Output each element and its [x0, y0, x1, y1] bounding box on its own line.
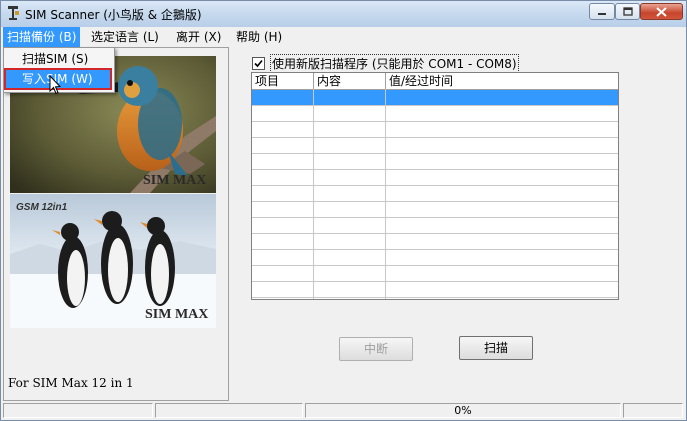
image2-top-label: GSM 12in1	[16, 202, 68, 213]
minimize-icon	[598, 12, 606, 15]
progress-text: 0%	[454, 404, 472, 417]
column-divider	[385, 89, 386, 299]
results-table[interactable]: 项目 内容 值/经过时间	[251, 72, 619, 300]
table-row-selected[interactable]	[252, 90, 618, 106]
main-window: SIM Scanner (小鸟版 & 企鵝版) 扫描備份 (B) 选定语言 (L…	[0, 0, 687, 421]
table-row[interactable]	[252, 186, 618, 202]
table-row[interactable]	[252, 170, 618, 186]
progress-bar: 0%	[305, 403, 621, 418]
status-cell-4	[623, 403, 683, 418]
column-header-value-time[interactable]: 值/经过时间	[386, 73, 618, 89]
menu-scan-backup[interactable]: 扫描備份 (B)	[3, 27, 81, 47]
close-button[interactable]	[640, 3, 683, 20]
left-panel: SIM MAX GSM 12in1 SIM MAX For SIM Max 12…	[3, 47, 229, 401]
table-row[interactable]	[252, 154, 618, 170]
checkmark-icon	[254, 59, 263, 67]
table-header: 项目 内容 值/经过时间	[252, 73, 618, 90]
interrupt-button[interactable]: 中断	[339, 337, 413, 361]
close-icon	[656, 6, 667, 17]
scan-button[interactable]: 扫描	[459, 336, 533, 360]
svg-text:SIM MAX: SIM MAX	[143, 173, 206, 188]
menu-exit[interactable]: 离开 (X)	[172, 27, 225, 47]
image2-label: SIM MAX	[145, 307, 208, 322]
menu-select-language[interactable]: 选定语言 (L)	[87, 27, 163, 47]
table-row[interactable]	[252, 250, 618, 266]
svg-text:SIM MAX: SIM MAX	[145, 307, 208, 322]
table-row[interactable]	[252, 106, 618, 122]
minimize-button[interactable]	[589, 3, 615, 20]
table-row[interactable]	[252, 218, 618, 234]
penguins-picture: GSM 12in1 SIM MAX	[10, 194, 216, 328]
new-scan-checkbox[interactable]	[252, 56, 265, 70]
table-row[interactable]	[252, 122, 618, 138]
table-row[interactable]	[252, 282, 618, 298]
svg-text:GSM 12in1: GSM 12in1	[16, 202, 68, 213]
table-row[interactable]	[252, 266, 618, 282]
menu-item-scan-sim[interactable]: 扫描SIM (S)	[6, 50, 110, 68]
status-cell-2	[155, 403, 303, 418]
column-header-item[interactable]: 项目	[252, 73, 314, 89]
title-bar: SIM Scanner (小鸟版 & 企鵝版)	[1, 1, 686, 28]
left-caption: For SIM Max 12 in 1	[8, 376, 134, 390]
penguins-image: GSM 12in1 SIM MAX	[10, 194, 216, 328]
status-bar: 0%	[1, 401, 686, 420]
column-divider	[313, 89, 314, 299]
menu-bar: 扫描備份 (B) 选定语言 (L) 离开 (X) 帮助 (H)	[1, 27, 686, 47]
new-scan-checkbox-label: 使用新版扫描程序 (只能用於 COM1 - COM8)	[270, 53, 519, 73]
table-row[interactable]	[252, 234, 618, 250]
status-cell-1	[3, 403, 153, 418]
menu-help[interactable]: 帮助 (H)	[232, 27, 286, 47]
table-row[interactable]	[252, 138, 618, 154]
new-scan-option[interactable]: 使用新版扫描程序 (只能用於 COM1 - COM8)	[252, 53, 519, 73]
maximize-button[interactable]	[615, 3, 640, 20]
app-icon	[8, 6, 19, 20]
maximize-icon	[622, 7, 633, 16]
column-header-content[interactable]: 内容	[314, 73, 386, 89]
image1-label: SIM MAX	[143, 173, 206, 188]
window-title: SIM Scanner (小鸟版 & 企鵝版)	[25, 8, 202, 22]
table-row[interactable]	[252, 202, 618, 218]
mouse-cursor-icon	[49, 75, 61, 95]
